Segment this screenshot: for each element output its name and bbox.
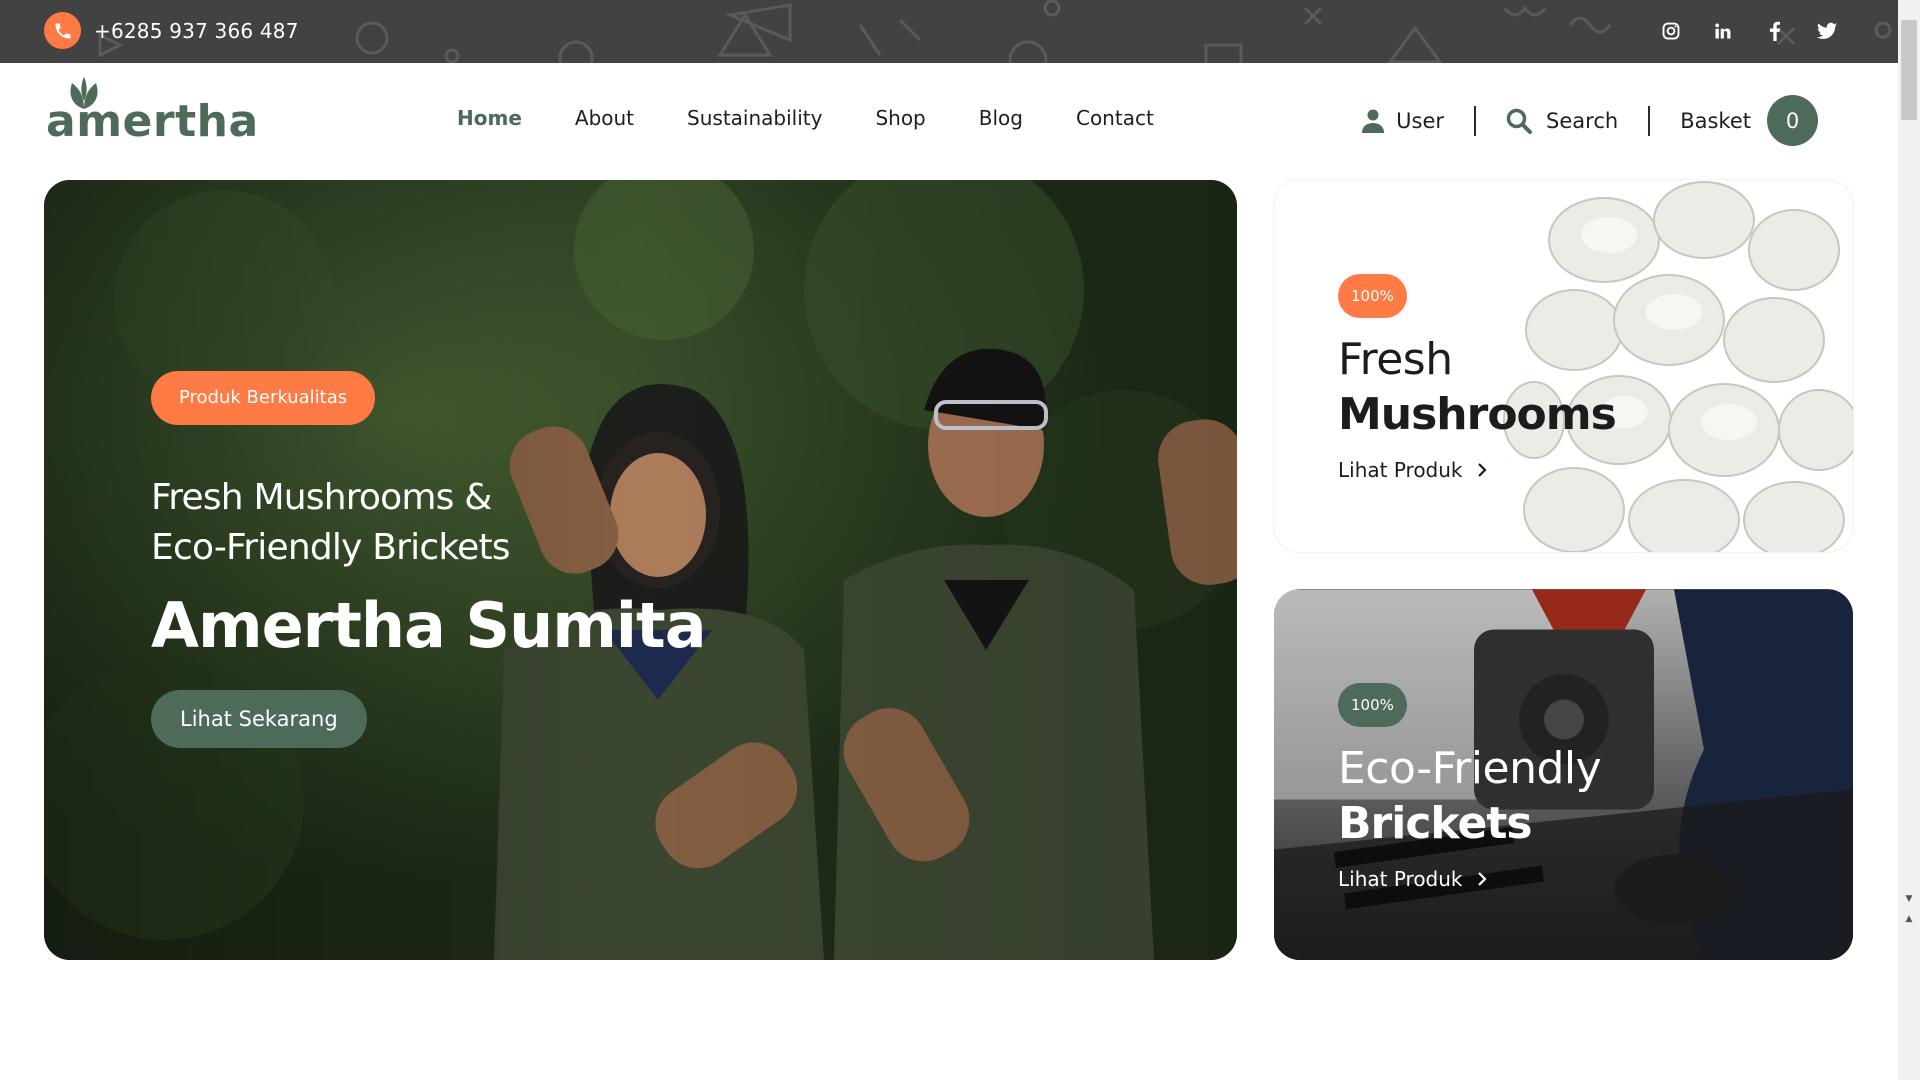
linkedin-icon[interactable] (1712, 20, 1734, 42)
twitter-icon[interactable] (1816, 20, 1838, 42)
hero-content: Produk Berkualitas Fresh Mushrooms & Eco… (151, 371, 707, 748)
hero-subtitle-line2: Eco-Friendly Brickets (151, 527, 511, 568)
card-title-line1: Eco-Friendly (1338, 743, 1602, 794)
card-content: 100% Fresh Mushrooms Lihat Produk (1338, 274, 1617, 482)
search-icon (1506, 108, 1533, 134)
card-title-line2: Brickets (1338, 798, 1533, 849)
card-title-line1: Fresh (1338, 334, 1453, 385)
top-bar: +6285 937 366 487 (0, 0, 1898, 63)
basket-count-badge: 0 (1767, 95, 1818, 146)
main-nav: Home About Sustainability Shop Blog Cont… (457, 106, 1154, 130)
phone-icon (44, 12, 81, 49)
nav-blog[interactable]: Blog (979, 106, 1023, 130)
user-icon (1362, 109, 1385, 133)
card-link[interactable]: Lihat Produk (1338, 458, 1616, 482)
instagram-icon[interactable] (1660, 20, 1682, 42)
scroll-up-arrow[interactable]: ▲ (1898, 912, 1920, 926)
card-content: 100% Eco-Friendly Brickets Lihat Produk (1338, 683, 1602, 891)
search-label: Search (1546, 108, 1619, 133)
social-links (1660, 20, 1838, 42)
user-label: User (1396, 108, 1445, 133)
card-title-line2: Mushrooms (1338, 389, 1617, 440)
product-card-mushrooms[interactable]: 100% Fresh Mushrooms Lihat Produk (1274, 180, 1853, 552)
nav-contact[interactable]: Contact (1076, 106, 1154, 130)
hero-title: Amertha Sumita (151, 589, 707, 662)
scroll-down-arrow[interactable]: ▼ (1898, 892, 1920, 906)
hero-subtitle-line1: Fresh Mushrooms & (151, 477, 492, 518)
chevron-right-icon (1477, 463, 1487, 477)
phone-contact[interactable]: +6285 937 366 487 (44, 12, 299, 49)
user-button[interactable]: User (1362, 109, 1444, 133)
main-header: amertha Home About Sustainability Shop B… (0, 63, 1898, 178)
search-button[interactable]: Search (1506, 108, 1618, 134)
basket-label: Basket (1680, 108, 1751, 133)
header-actions: User Search Basket 0 (1362, 95, 1818, 146)
scrollbar-thumb[interactable] (1901, 20, 1917, 120)
divider (1474, 105, 1477, 136)
page-scrollbar[interactable]: ▼ ▲ (1898, 0, 1920, 1080)
chevron-right-icon (1477, 872, 1487, 886)
card-badge: 100% (1338, 274, 1407, 318)
basket-button[interactable]: Basket 0 (1680, 95, 1818, 146)
card-link-label: Lihat Produk (1338, 867, 1463, 891)
product-card-brickets[interactable]: 100% Eco-Friendly Brickets Lihat Produk (1274, 589, 1853, 960)
phone-number: +6285 937 366 487 (94, 18, 299, 43)
hero-cta-button[interactable]: Lihat Sekarang (151, 690, 367, 748)
nav-shop[interactable]: Shop (875, 106, 925, 130)
divider (1648, 105, 1651, 136)
card-link-label: Lihat Produk (1338, 458, 1463, 482)
nav-home[interactable]: Home (457, 106, 522, 130)
hero-badge: Produk Berkualitas (151, 371, 376, 425)
brand-logo[interactable]: amertha (46, 75, 259, 147)
hero-subtitle: Fresh Mushrooms & Eco-Friendly Brickets (151, 473, 706, 573)
nav-about[interactable]: About (575, 106, 634, 130)
brand-name: amertha (46, 96, 259, 147)
nav-sustainability[interactable]: Sustainability (687, 106, 822, 130)
card-badge: 100% (1338, 683, 1407, 727)
card-link[interactable]: Lihat Produk (1338, 867, 1601, 891)
hero-banner: Produk Berkualitas Fresh Mushrooms & Eco… (44, 180, 1237, 960)
facebook-icon[interactable] (1764, 20, 1786, 42)
